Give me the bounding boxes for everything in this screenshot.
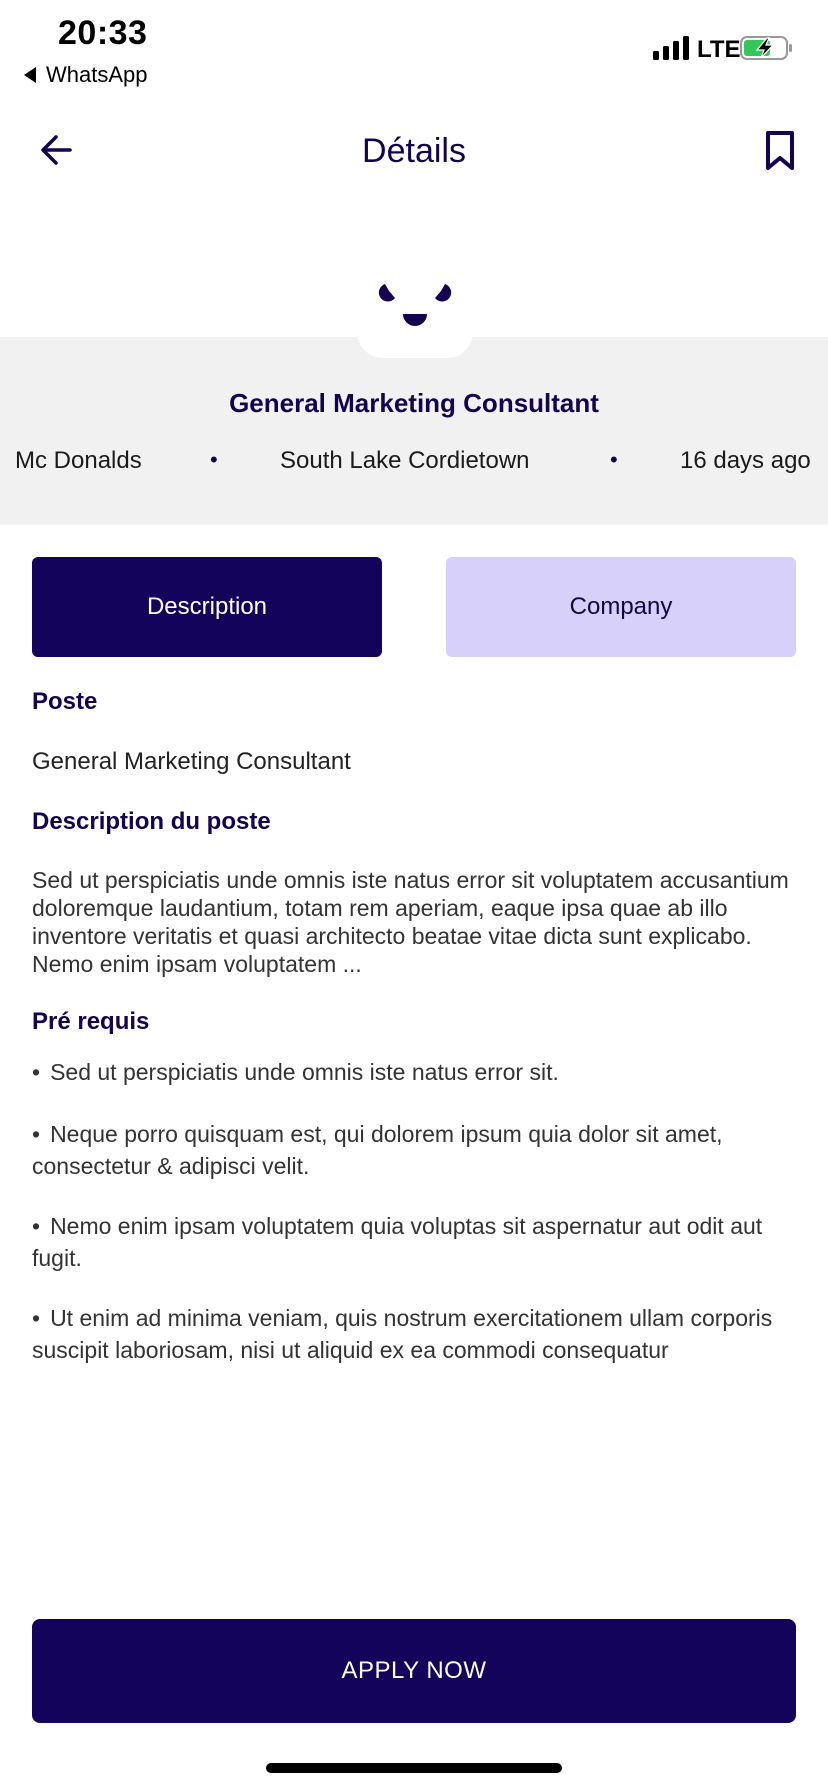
navigation-bar: Détails (0, 110, 828, 194)
poste-value: General Marketing Consultant (32, 748, 351, 775)
tab-company[interactable]: Company (446, 557, 796, 657)
description-text: Sed ut perspiciatis unde omnis iste natu… (32, 867, 789, 977)
company-logo-icon (378, 284, 452, 326)
poste-heading: Poste (32, 688, 98, 715)
requirement-item: • Ut enim ad minima veniam, quis nostrum … (32, 1302, 802, 1366)
meta-separator: • (610, 447, 618, 472)
job-header (0, 337, 828, 525)
job-description-content: Poste General Marketing Consultant Descr… (32, 688, 802, 1366)
requirement-text: Nemo enim ipsam voluptatem quia voluptas… (32, 1213, 763, 1271)
company-name: Mc Donalds (15, 447, 142, 474)
signal-icon (653, 36, 689, 60)
requirement-item: • Nemo enim ipsam voluptatem quia volupta… (32, 1210, 802, 1274)
back-triangle-icon (24, 67, 36, 83)
tab-description[interactable]: Description (32, 557, 382, 657)
back-to-app-link[interactable]: WhatsApp (24, 62, 148, 88)
home-indicator (266, 1763, 562, 1773)
page-title: Détails (362, 132, 466, 170)
description-heading: Description du poste (32, 808, 271, 835)
network-type: LTE (697, 36, 741, 63)
requirement-item: • Sed ut perspiciatis unde omnis iste nat… (32, 1056, 802, 1088)
bullet-icon: • (32, 1121, 41, 1147)
back-app-label: WhatsApp (46, 62, 148, 87)
status-time: 20:33 (58, 14, 148, 52)
battery-charging-icon (740, 36, 792, 60)
requirement-text: Neque porro quisquam est, qui dolorem ip… (32, 1121, 723, 1179)
bookmark-icon[interactable] (762, 130, 798, 172)
posted-date: 16 days ago (680, 447, 811, 474)
bullet-icon: • (32, 1305, 41, 1331)
requirements-heading: Pré requis (32, 1008, 150, 1035)
meta-separator: • (210, 447, 218, 472)
bullet-icon: • (32, 1213, 41, 1239)
job-title: General Marketing Consultant (229, 388, 599, 418)
status-bar: 20:33 WhatsApp LTE (0, 0, 828, 92)
job-location: South Lake Cordietown (280, 447, 530, 474)
requirement-text: Ut enim ad minima veniam, quis nostrum e… (32, 1305, 773, 1363)
bullet-icon: • (32, 1059, 41, 1085)
job-meta: Mc Donalds • South Lake Cordietown • 16 … (0, 447, 828, 483)
apply-now-button[interactable]: APPLY NOW (32, 1619, 796, 1723)
requirement-item: • Neque porro quisquam est, qui dolorem i… (32, 1118, 802, 1182)
requirement-text: Sed ut perspiciatis unde omnis iste natu… (50, 1059, 559, 1085)
